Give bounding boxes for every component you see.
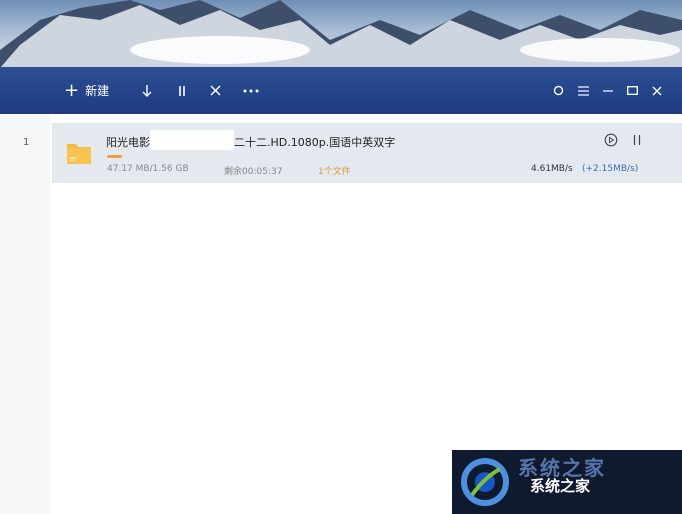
new-task-button[interactable]: + 新建	[64, 67, 109, 114]
folder-icon: BT	[67, 144, 91, 164]
pause-icon	[179, 85, 185, 96]
task-files[interactable]: 1个文件	[318, 164, 351, 177]
pause-button[interactable]	[176, 67, 188, 114]
toolbar: + 新建	[0, 67, 682, 114]
more-button[interactable]	[243, 67, 259, 114]
watermark: 系统之家 系统之家	[452, 450, 682, 514]
task-name-suffix: 二十二.HD.1080p.国语中英双字	[234, 136, 396, 149]
task-size: 47.17 MB/1.56 GB	[107, 164, 189, 174]
task-speed: 4.61MB/s	[531, 164, 573, 174]
menu-icon	[578, 85, 589, 96]
maximize-button[interactable]	[627, 67, 638, 114]
minimize-icon	[603, 89, 613, 92]
download-button[interactable]	[141, 67, 153, 114]
watermark-text: 系统之家	[530, 477, 591, 495]
progress-bar	[107, 155, 122, 158]
sidebar	[0, 114, 50, 514]
settings-button[interactable]	[553, 67, 564, 114]
task-remaining: 剩余00:05:37	[224, 167, 283, 177]
minimize-button[interactable]	[603, 67, 613, 114]
header-banner	[0, 0, 682, 68]
task-boost-speed: (+2.15MB/s)	[582, 164, 639, 174]
maximize-icon	[627, 86, 638, 95]
settings-icon	[553, 85, 564, 96]
more-icon	[243, 89, 259, 92]
menu-button[interactable]	[578, 67, 589, 114]
download-icon	[142, 84, 152, 97]
task-row[interactable]	[52, 123, 682, 183]
file-badge: BT	[70, 157, 77, 163]
close-icon	[210, 85, 221, 96]
new-label: 新建	[85, 84, 110, 98]
redaction-mask	[150, 130, 234, 150]
delete-button[interactable]	[210, 67, 221, 114]
window-close-button[interactable]	[652, 67, 662, 114]
watermark-logo-icon	[461, 458, 509, 506]
plus-icon: +	[64, 79, 80, 101]
play-icon[interactable]	[604, 133, 618, 147]
task-name: 阳光电影 二十二.HD.1080p.国语中英双字	[106, 130, 396, 150]
task-name-prefix: 阳光电影	[106, 136, 150, 149]
close-icon	[652, 86, 662, 95]
row-index: 1	[23, 137, 30, 148]
row-pause-icon[interactable]	[631, 133, 643, 147]
